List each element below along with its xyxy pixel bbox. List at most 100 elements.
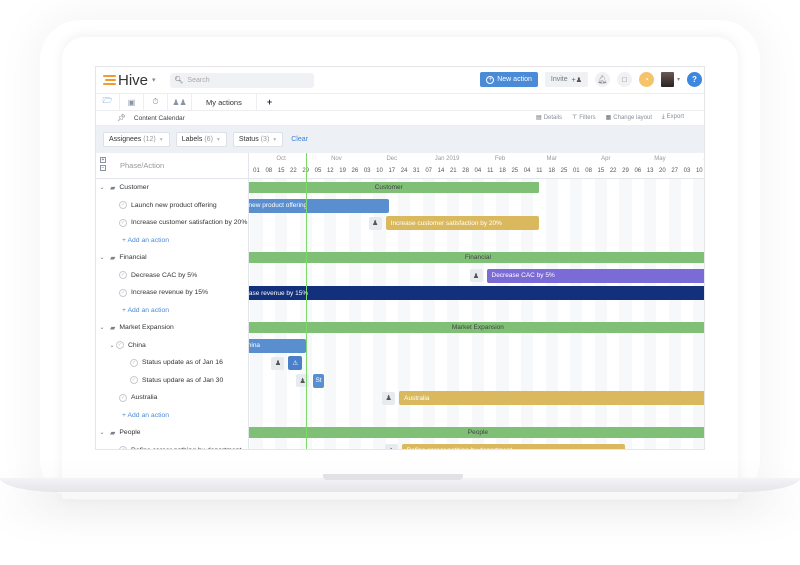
checkbox-icon[interactable]: ✓ bbox=[119, 201, 127, 210]
filter-labels[interactable]: Labels (6) ▼ bbox=[175, 132, 227, 147]
tree-row-action[interactable]: ✓ Increase revenue by 15% bbox=[96, 284, 248, 302]
chevron-down-icon[interactable]: ⌄ bbox=[98, 184, 106, 191]
filter-assignees[interactable]: Assignees (12) ▼ bbox=[103, 132, 170, 147]
task-bar[interactable]: rease revenue by 15% bbox=[249, 286, 704, 300]
week-label: 31 bbox=[413, 168, 420, 174]
tree-row-add[interactable]: + Add an action bbox=[96, 302, 248, 320]
bell-icon[interactable]: 🔔︎ bbox=[594, 72, 610, 87]
tab-my-actions[interactable]: My actions bbox=[192, 93, 257, 111]
tree-row-phase[interactable]: ⌄ ▰ Market Expansion bbox=[96, 319, 248, 337]
week-column bbox=[274, 179, 288, 449]
invite-button[interactable]: Invite +♟ bbox=[544, 72, 588, 87]
week-label: 01 bbox=[572, 168, 580, 174]
folder-icon: ▰ bbox=[110, 324, 116, 332]
team-icon[interactable]: ♟♟ bbox=[168, 93, 192, 111]
card-view-icon[interactable]: ▣ bbox=[120, 93, 144, 111]
view-action-change-layout[interactable]: ▦ Change layout bbox=[606, 114, 652, 121]
laptop-mockup: Hive ▾ 🔍︎ Search + New action Invite +♟ … bbox=[0, 0, 800, 565]
week-label: 03 bbox=[683, 168, 691, 174]
action-label: Decrease CAC by 5% bbox=[131, 271, 198, 279]
chevron-down-icon[interactable]: ⌄ bbox=[98, 324, 106, 331]
phase-bar[interactable]: People bbox=[249, 427, 704, 438]
add-action-link[interactable]: + Add an action bbox=[122, 307, 169, 314]
tree-row-action[interactable]: ✓ Define career pathing by department bbox=[96, 442, 248, 449]
checkbox-icon[interactable]: ✓ bbox=[119, 446, 127, 449]
week-label: 28 bbox=[462, 168, 469, 174]
week-label: 27 bbox=[671, 168, 679, 174]
checkbox-icon[interactable]: ✓ bbox=[119, 288, 127, 297]
phase-bar[interactable]: Market Expansion bbox=[249, 322, 704, 333]
chevron-down-icon[interactable]: ⌄ bbox=[98, 254, 106, 261]
week-label: 25 bbox=[560, 168, 568, 174]
status-pie-icon[interactable]: ◔ bbox=[638, 72, 654, 87]
milestone-bar[interactable]: ⚠ bbox=[288, 356, 302, 370]
today-marker bbox=[305, 153, 308, 449]
tree-row-add[interactable]: + Add an action bbox=[96, 232, 248, 250]
assignee-avatar-icon[interactable]: ♟ bbox=[469, 269, 483, 282]
clear-filters-button[interactable]: Clear bbox=[291, 136, 308, 143]
add-action-link[interactable]: + Add an action bbox=[122, 412, 169, 419]
assignee-avatar-icon[interactable]: ♟ bbox=[384, 444, 398, 449]
tree-row-phase[interactable]: ⌄ ▰ Customer bbox=[96, 179, 248, 197]
folder-icon[interactable]: 🗁︎ bbox=[96, 93, 120, 111]
checkbox-icon[interactable]: ✓ bbox=[119, 271, 127, 280]
task-bar[interactable]: China bbox=[249, 338, 306, 353]
view-action-details[interactable]: ▤ Details bbox=[536, 114, 562, 121]
folder-icon: ▰ bbox=[110, 254, 116, 262]
phase-bar[interactable]: Customer bbox=[249, 182, 540, 193]
tree-row-action[interactable]: ✓ Status updare as of Jan 30 bbox=[96, 372, 248, 390]
chevron-down-icon[interactable]: ▾ bbox=[677, 76, 680, 83]
task-bar[interactable]: Increase customer satisfaction by 20% bbox=[385, 216, 540, 230]
assignee-avatar-icon[interactable]: ♟ bbox=[271, 356, 285, 370]
add-tab-button[interactable]: + bbox=[257, 97, 282, 107]
task-bar[interactable]: Australia bbox=[399, 391, 704, 405]
view-action-filters[interactable]: ⊤ Filters bbox=[572, 114, 596, 121]
help-icon[interactable]: ? bbox=[687, 72, 702, 87]
expand-all-icon[interactable]: + bbox=[100, 157, 106, 163]
workspace-switcher[interactable]: Hive ▾ bbox=[103, 72, 156, 89]
tree-row-group[interactable]: ⌄ ✓ China bbox=[96, 337, 248, 355]
tree-row-action[interactable]: ✓ Increase customer satisfaction by 20% bbox=[96, 214, 248, 232]
task-bar[interactable]: Decrease CAC by 5% bbox=[486, 268, 704, 283]
timer-icon[interactable]: ⏱︎ bbox=[144, 93, 168, 111]
checkbox-icon[interactable]: ✓ bbox=[116, 341, 124, 350]
new-action-button[interactable]: + New action bbox=[480, 72, 538, 87]
chevron-down-icon[interactable]: ⌄ bbox=[98, 429, 106, 436]
week-label: 20 bbox=[659, 168, 666, 174]
task-bar[interactable]: h new product offering bbox=[249, 198, 390, 213]
tree-row-add[interactable]: + Add an action bbox=[96, 407, 248, 425]
document-icon[interactable]: □ bbox=[616, 72, 632, 87]
project-title: Content Calendar bbox=[133, 114, 185, 122]
tree-row-action[interactable]: ✓ Launch new product offering bbox=[96, 197, 248, 215]
collapse-all-icon[interactable]: − bbox=[100, 165, 106, 171]
details-icon: ▤ bbox=[536, 115, 542, 121]
user-avatar[interactable] bbox=[660, 72, 674, 87]
checkbox-icon[interactable]: ✓ bbox=[130, 376, 138, 385]
tree-row-action[interactable]: ✓ Status update as of Jan 16 bbox=[96, 354, 248, 372]
tree-row-phase[interactable]: ⌄ ▰ People bbox=[96, 424, 248, 442]
tree-row-phase[interactable]: ⌄ ▰ Financial bbox=[96, 249, 248, 267]
action-label: Increase revenue by 15% bbox=[131, 289, 209, 297]
checkbox-icon[interactable]: ✓ bbox=[130, 358, 138, 367]
tree-row-action[interactable]: ✓ Decrease CAC by 5% bbox=[96, 267, 248, 285]
view-actions: ▤ Details ⊤ Filters ▦ Change layout ⤓ Export bbox=[536, 114, 684, 121]
tree-row-action[interactable]: ✓ Australia bbox=[96, 389, 248, 407]
laptop-base bbox=[0, 478, 800, 492]
action-label: Define career pathing by department bbox=[131, 447, 241, 449]
assignee-avatar-icon[interactable]: ♟ bbox=[368, 216, 382, 230]
checkbox-icon[interactable]: ✓ bbox=[119, 218, 127, 227]
assignee-avatar-icon[interactable]: ♟ bbox=[382, 391, 396, 405]
task-bar[interactable]: Define career pathing by department bbox=[401, 443, 626, 449]
hive-logo-icon bbox=[103, 75, 116, 85]
checkbox-icon[interactable]: ✓ bbox=[119, 393, 127, 402]
add-action-link[interactable]: + Add an action bbox=[122, 237, 169, 244]
search-input[interactable]: 🔍︎ Search bbox=[169, 72, 314, 88]
phase-bar[interactable]: Financial bbox=[249, 252, 704, 263]
filter-status[interactable]: Status (3) ▼ bbox=[232, 132, 284, 147]
milestone-bar[interactable]: St bbox=[313, 373, 325, 388]
chevron-down-icon[interactable]: ⌄ bbox=[108, 342, 116, 349]
tree-column-header: Phase/Action bbox=[120, 161, 165, 170]
pin-icon[interactable]: 📌︎ bbox=[117, 114, 126, 122]
view-action-export[interactable]: ⤓ Export bbox=[662, 114, 684, 121]
month-label: Ju bbox=[704, 156, 705, 162]
